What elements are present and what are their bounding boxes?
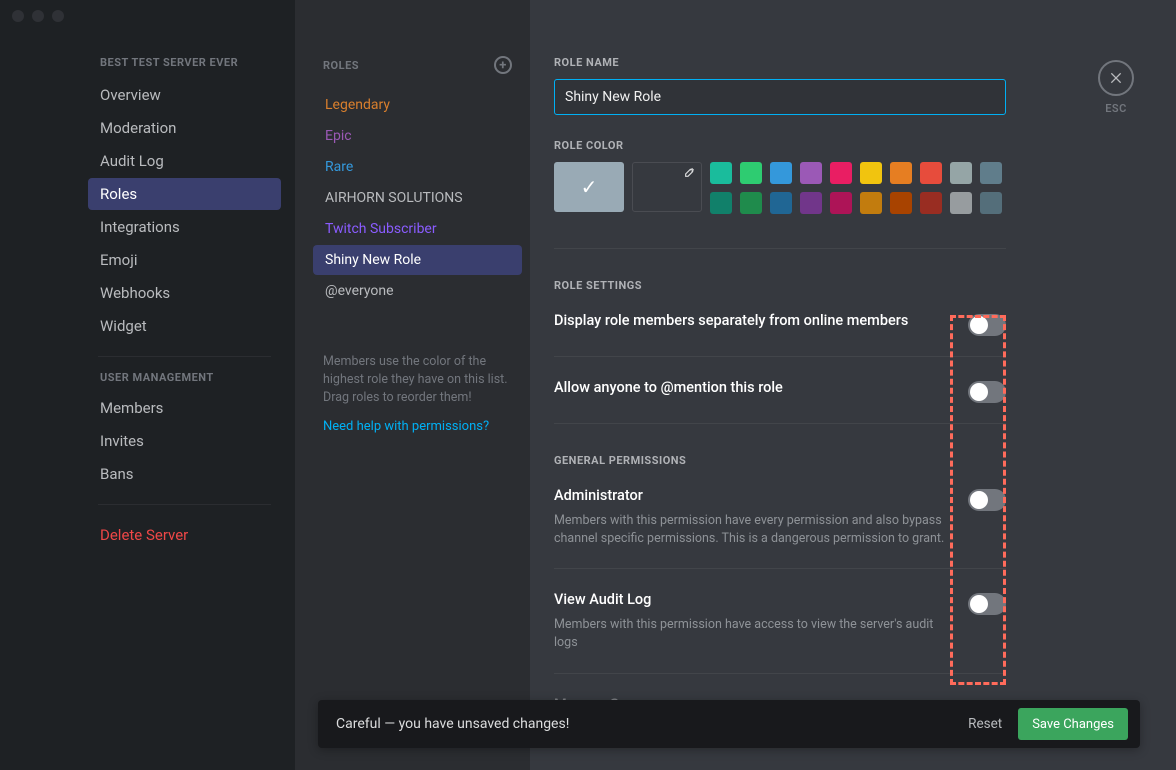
sidebar-item-widget[interactable]: Widget [88,310,281,342]
save-changes-button[interactable]: Save Changes [1018,708,1128,740]
sidebar-item-members[interactable]: Members [88,392,281,424]
roles-header-label: ROLES [323,59,359,72]
app-root: BEST TEST SERVER EVER OverviewModeration… [0,0,1176,770]
sidebar-item-audit-log[interactable]: Audit Log [88,145,281,177]
perm-view-audit-log-toggle[interactable] [968,593,1006,615]
perm-administrator-desc: Members with this permission have every … [554,512,954,548]
check-icon: ✓ [581,175,598,199]
setting-display-separately-label: Display role members separately from onl… [554,312,908,329]
setting-display-separately-toggle[interactable] [968,314,1006,336]
color-swatch[interactable] [890,192,912,214]
perm-administrator-toggle[interactable] [968,489,1006,511]
roles-list-column: ROLES + LegendaryEpicRareAIRHORN SOLUTIO… [295,0,530,770]
user-management-header: USER MANAGEMENT [100,371,281,384]
role-item[interactable]: AIRHORN SOLUTIONS [313,183,522,213]
custom-color-picker[interactable] [632,162,702,212]
role-item[interactable]: Epic [313,121,522,151]
color-swatch[interactable] [980,162,1002,184]
default-color-swatch[interactable]: ✓ [554,162,624,212]
separator [98,504,271,505]
sidebar-item-emoji[interactable]: Emoji [88,244,281,276]
separator [98,356,271,357]
color-swatch[interactable] [710,162,732,184]
close-button[interactable] [1098,60,1134,96]
role-item[interactable]: Rare [313,152,522,182]
unsaved-changes-bar: Careful — you have unsaved changes! Rese… [318,700,1140,748]
role-color-label: ROLE COLOR [554,139,1006,152]
settings-sidebar: BEST TEST SERVER EVER OverviewModeration… [0,0,295,770]
role-name-label: ROLE NAME [554,56,1006,69]
sidebar-item-roles[interactable]: Roles [88,178,281,210]
color-swatch[interactable] [740,162,762,184]
close-esc-label: ESC [1098,102,1134,115]
reset-button[interactable]: Reset [968,716,1002,732]
role-item[interactable]: @everyone [313,276,522,306]
color-swatch[interactable] [770,192,792,214]
color-swatch[interactable] [950,162,972,184]
role-settings-header: ROLE SETTINGS [554,279,1006,292]
color-swatch[interactable] [890,162,912,184]
sidebar-item-integrations[interactable]: Integrations [88,211,281,243]
general-permissions-header: GENERAL PERMISSIONS [554,454,1006,467]
sidebar-item-overview[interactable]: Overview [88,79,281,111]
perm-administrator-label: Administrator [554,487,954,504]
role-item[interactable]: Legendary [313,90,522,120]
role-edit-panel: ROLE NAME ROLE COLOR ✓ [530,0,1176,770]
window-controls [12,10,64,22]
permissions-help-link[interactable]: Need help with permissions? [313,419,522,434]
color-swatch[interactable] [920,192,942,214]
role-item[interactable]: Shiny New Role [313,245,522,275]
color-swatch[interactable] [860,162,882,184]
perm-view-audit-log-desc: Members with this permission have access… [554,616,954,652]
color-swatch[interactable] [860,192,882,214]
role-item[interactable]: Twitch Subscriber [313,214,522,244]
sidebar-item-moderation[interactable]: Moderation [88,112,281,144]
color-swatch[interactable] [980,192,1002,214]
color-swatch[interactable] [710,192,732,214]
roles-hint-text: Members use the color of the highest rol… [313,353,522,407]
roles-list-header: ROLES + [313,56,522,74]
window-dot [52,10,64,22]
separator [323,322,512,323]
role-name-input[interactable] [554,79,1006,115]
color-swatch[interactable] [920,162,942,184]
setting-allow-mention-toggle[interactable] [968,381,1006,403]
color-swatch[interactable] [740,192,762,214]
color-swatch[interactable] [770,162,792,184]
add-role-button[interactable]: + [494,56,512,74]
setting-allow-mention-label: Allow anyone to @mention this role [554,379,783,396]
close-settings: ESC [1098,60,1134,115]
sidebar-item-bans[interactable]: Bans [88,458,281,490]
eyedropper-icon [681,167,695,185]
color-swatch[interactable] [830,192,852,214]
delete-server-button[interactable]: Delete Server [88,519,281,551]
sidebar-item-invites[interactable]: Invites [88,425,281,457]
sidebar-item-webhooks[interactable]: Webhooks [88,277,281,309]
unsaved-changes-text: Careful — you have unsaved changes! [336,716,569,732]
color-swatch[interactable] [800,162,822,184]
color-swatch[interactable] [830,162,852,184]
server-name-header: BEST TEST SERVER EVER [88,56,281,69]
perm-view-audit-log-label: View Audit Log [554,591,954,608]
color-swatch[interactable] [800,192,822,214]
window-dot [32,10,44,22]
window-dot [12,10,24,22]
color-swatch[interactable] [950,192,972,214]
separator [554,248,1006,249]
